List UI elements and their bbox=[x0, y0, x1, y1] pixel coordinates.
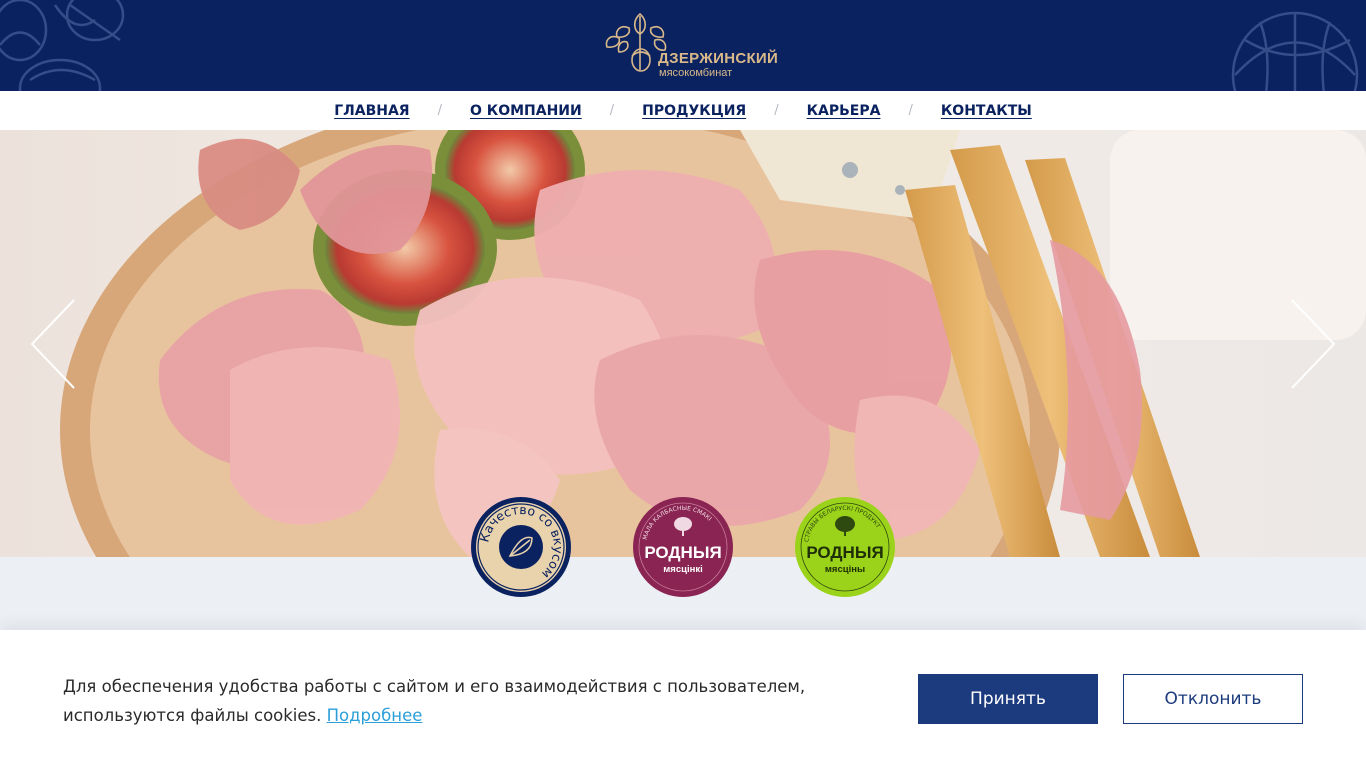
logo-subtitle: мясокомбинат bbox=[659, 67, 733, 79]
brand-badge-rodnyja-myascinki[interactable]: МАЛА КАЛБАСНЫЕ СМАКІ РОДНЫЯ мясцінкі bbox=[632, 496, 734, 598]
main-nav: ГЛАВНАЯ / О КОМПАНИИ / ПРОДУКЦИЯ / КАРЬЕ… bbox=[0, 91, 1366, 130]
cookie-banner: Для обеспечения удобства работы с сайтом… bbox=[0, 630, 1366, 768]
slider-prev-button[interactable] bbox=[28, 298, 78, 390]
company-logo[interactable]: ДЗЕРЖИНСКИЙ мясокомбинат bbox=[603, 10, 778, 80]
brand-3-sub: мясцiны bbox=[825, 564, 865, 575]
cookie-decline-button[interactable]: Отклонить bbox=[1123, 674, 1303, 724]
cookie-accept-button[interactable]: Принять bbox=[918, 674, 1098, 724]
nav-item-about[interactable]: О КОМПАНИИ bbox=[470, 103, 582, 119]
decorative-pattern-left bbox=[0, 0, 125, 91]
brand-3-title: РОДНЫЯ bbox=[806, 543, 883, 562]
cookie-message: Для обеспечения удобства работы с сайтом… bbox=[63, 677, 806, 725]
nav-item-home[interactable]: ГЛАВНАЯ bbox=[334, 103, 409, 119]
brand-2-title: РОДНЫЯ bbox=[644, 543, 721, 562]
hero-slider bbox=[0, 130, 1366, 557]
nav-separator: / bbox=[774, 103, 779, 118]
nav-separator: / bbox=[908, 103, 913, 118]
cookie-text-block: Для обеспечения удобства работы с сайтом… bbox=[63, 672, 903, 730]
chevron-left-icon bbox=[30, 299, 75, 389]
brand-2-sub: мясцінкі bbox=[663, 564, 702, 575]
logo-name: ДЗЕРЖИНСКИЙ bbox=[658, 50, 779, 67]
chevron-right-icon bbox=[1291, 299, 1336, 389]
nav-separator: / bbox=[437, 103, 442, 118]
brand-badge-quality[interactable]: Качество со вкусом bbox=[470, 496, 572, 598]
nav-separator: / bbox=[609, 103, 615, 118]
decorative-pattern-right bbox=[1231, 11, 1359, 91]
slider-next-button[interactable] bbox=[1288, 298, 1338, 390]
site-header: ДЗЕРЖИНСКИЙ мясокомбинат bbox=[0, 0, 1366, 91]
cookie-more-link[interactable]: Подробнее bbox=[327, 706, 423, 725]
nav-item-contacts[interactable]: КОНТАКТЫ bbox=[941, 103, 1032, 119]
brand-badge-rodnyja-myasciny[interactable]: СТРАВЫ БЕЛАРУСКІ ПРОДУКТ РОДНЫЯ мясцiны bbox=[794, 496, 896, 598]
nav-item-products[interactable]: ПРОДУКЦИЯ bbox=[642, 103, 746, 119]
hero-image bbox=[0, 130, 1366, 557]
nav-item-career[interactable]: КАРЬЕРА bbox=[807, 103, 881, 119]
